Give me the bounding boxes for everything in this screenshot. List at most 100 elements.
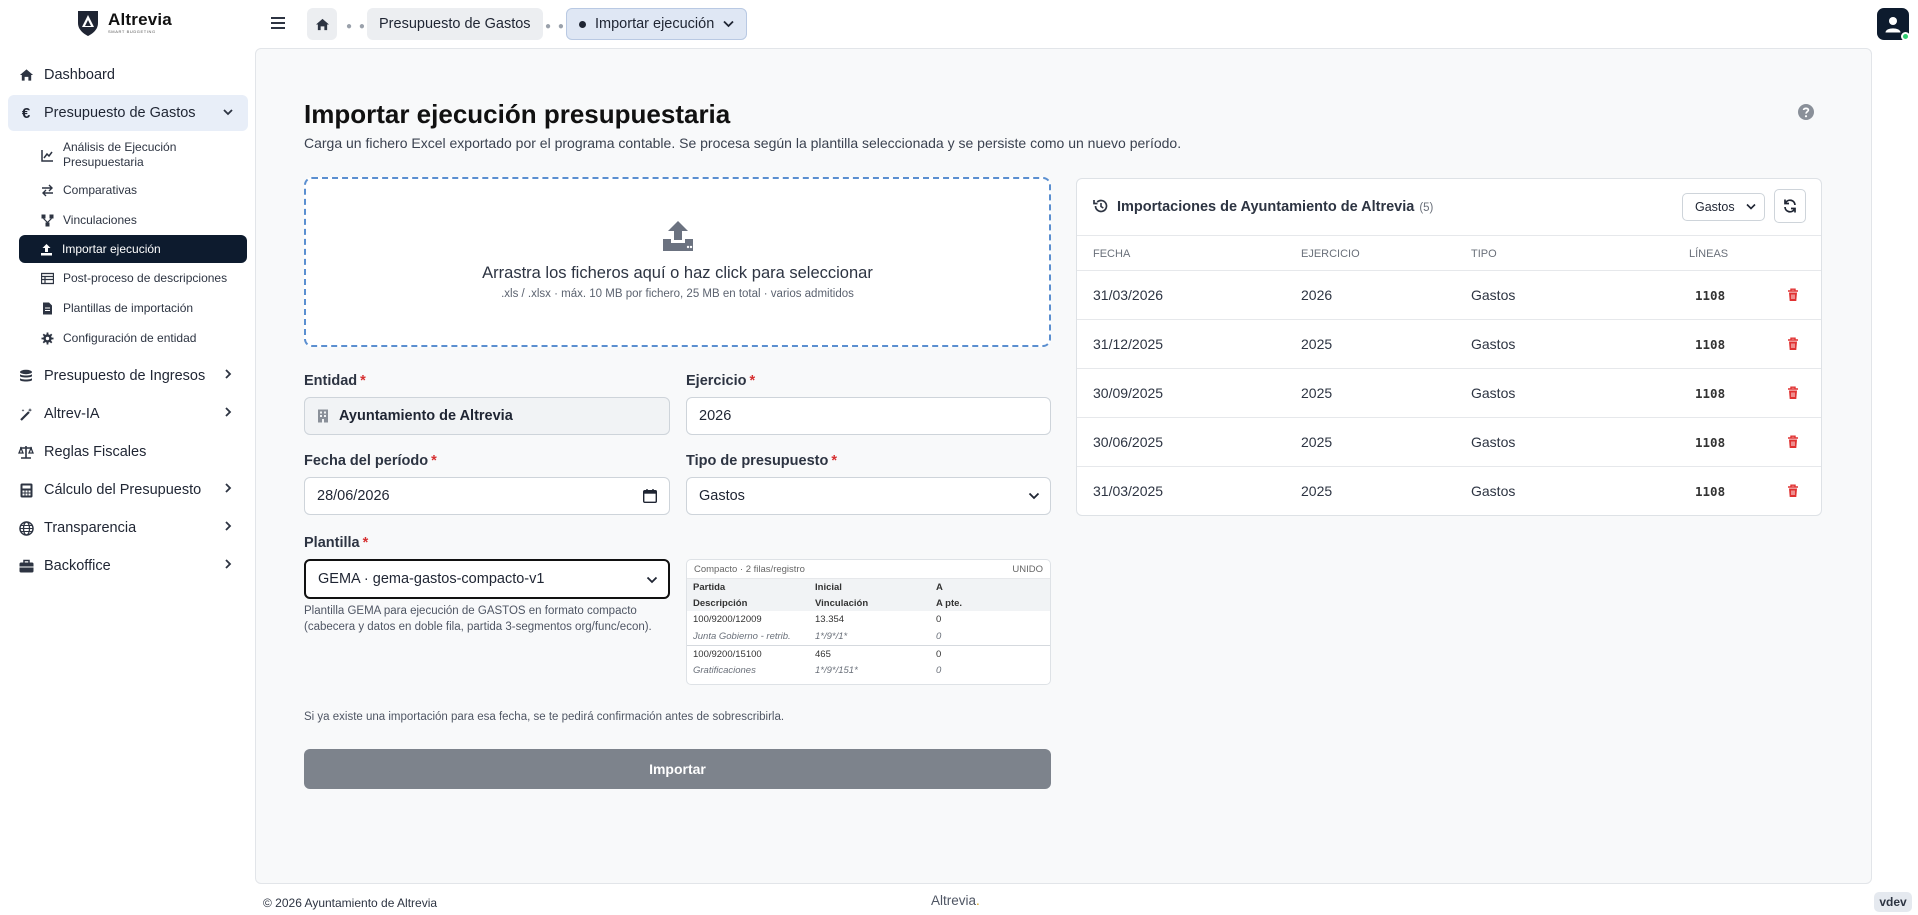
plantilla-label: Plantilla *: [304, 535, 369, 551]
sidebar-item-post-proceso[interactable]: Post-proceso de descripciones: [19, 263, 247, 293]
preview-header: Compacto · 2 filas/registro UNIDO: [687, 560, 1050, 579]
entidad-field: Ayuntamiento de Altrevia: [304, 397, 670, 435]
page-title: Importar ejecución presupuestaria: [304, 99, 731, 129]
sidebar-item-label: Cálculo del Presupuesto: [44, 482, 202, 498]
filter-value: Gastos: [1695, 200, 1735, 214]
entidad-value: Ayuntamiento de Altrevia: [339, 408, 513, 424]
preview-row: 100/9200/12009 13.354 0: [693, 614, 942, 625]
euro-icon: €: [21, 104, 31, 122]
arrows-exchange-icon: [41, 184, 54, 197]
breadcrumb-separator: ● ●: [545, 21, 566, 32]
sidebar-item-presupuesto-gastos[interactable]: € Presupuesto de Gastos: [8, 95, 248, 131]
brand-logo[interactable]: Altrevia SMART BUDGETING: [76, 9, 172, 37]
refresh-icon: [1784, 199, 1796, 213]
ejercicio-input[interactable]: 2026: [686, 397, 1051, 435]
topbar: ● ● Presupuesto de Gastos ● ● Importar e…: [256, 6, 1918, 42]
user-icon: [1885, 16, 1901, 32]
plantilla-value: GEMA · gema-gastos-compacto-v1: [318, 571, 545, 587]
tipo-select[interactable]: Gastos: [686, 477, 1051, 515]
sidebar-item-altrev-ia[interactable]: Altrev-IA: [8, 395, 248, 433]
sidebar-item-dashboard[interactable]: Dashboard: [8, 58, 248, 92]
shield-logo-icon: [78, 11, 98, 36]
chevron-right-icon: [225, 521, 232, 531]
plantilla-help: Plantilla GEMA para ejecución de GASTOS …: [304, 605, 652, 633]
gear-icon: [41, 332, 54, 345]
sidebar-item-analisis-ejecucion[interactable]: Análisis de Ejecución Presupuestaria: [19, 135, 247, 175]
fecha-date-input[interactable]: 28/06/2026: [304, 477, 670, 515]
help-icon[interactable]: [1797, 103, 1815, 121]
chart-line-icon: [41, 149, 54, 162]
chevron-down-icon: [723, 20, 734, 28]
globe-icon: [18, 520, 34, 536]
column-header: FECHA: [1093, 248, 1131, 260]
sidebar-item-vinculaciones[interactable]: Vinculaciones: [19, 205, 247, 235]
trash-icon[interactable]: [1787, 288, 1799, 302]
dropzone-title: Arrastra los ficheros aquí o haz click p…: [482, 264, 873, 282]
chevron-right-icon: [225, 483, 232, 493]
sidebar-item-presupuesto-ingresos[interactable]: Presupuesto de Ingresos: [8, 357, 248, 395]
footer-copyright: © 2026 Ayuntamiento de Altrevia: [263, 896, 438, 910]
footer-brand: Altrevia.: [931, 893, 980, 908]
dropzone-hint: .xls / .xlsx · máx. 10 MB por fichero, 2…: [501, 288, 854, 300]
brand-name: Altrevia: [108, 10, 172, 29]
sidebar-item-transparencia[interactable]: Transparencia: [8, 509, 248, 547]
user-avatar[interactable]: [1877, 8, 1910, 41]
preview-badge: UNIDO: [1012, 564, 1043, 575]
breadcrumb-label: Importar ejecución: [595, 16, 715, 32]
submenu-presupuesto-gastos: Análisis de Ejecución Presupuestaria Com…: [8, 135, 248, 353]
fecha-value: 28/06/2026: [317, 488, 390, 504]
sidebar-item-label: Análisis de Ejecución Presupuestaria: [63, 140, 177, 169]
home-icon: [18, 67, 34, 83]
sidebar-item-reglas-fiscales[interactable]: Reglas Fiscales: [8, 433, 248, 471]
file-dropzone[interactable]: Arrastra los ficheros aquí o haz click p…: [304, 177, 1051, 347]
imports-title: Importaciones de Ayuntamiento de Altrevi…: [1117, 199, 1434, 215]
sidebar-item-importar-ejecucion[interactable]: Importar ejecución: [19, 235, 247, 263]
sidebar-item-label: Importar ejecución: [62, 242, 161, 256]
chevron-down-icon: [646, 576, 658, 584]
trash-icon[interactable]: [1787, 435, 1799, 449]
sidebar-item-label: Backoffice: [44, 558, 111, 574]
chevron-right-icon: [225, 407, 232, 417]
home-icon: [315, 18, 329, 30]
import-button[interactable]: Importar: [304, 749, 1051, 789]
calculator-icon: [18, 482, 34, 498]
preview-row: 100/9200/15100 465 0: [687, 645, 1050, 662]
preview-caption: Compacto · 2 filas/registro: [694, 564, 805, 575]
hamburger-menu-icon[interactable]: [270, 16, 286, 30]
breadcrumb-home[interactable]: [307, 8, 337, 40]
current-dot: [579, 20, 586, 28]
breadcrumb-current[interactable]: Importar ejecución: [566, 8, 748, 40]
imports-count: (5): [1419, 202, 1434, 214]
page-subtitle: Carga un fichero Excel exportado por el …: [304, 135, 1182, 151]
table-row: 30/06/2025 2025 Gastos 1108: [1077, 418, 1821, 467]
plantilla-select[interactable]: GEMA · gema-gastos-compacto-v1: [304, 559, 670, 599]
trash-icon[interactable]: [1787, 386, 1799, 400]
sidebar-item-calculo-presupuesto[interactable]: Cálculo del Presupuesto: [8, 471, 248, 509]
scale-icon: [18, 444, 34, 460]
column-header: EJERCICIO: [1301, 248, 1360, 260]
calendar-icon[interactable]: [643, 489, 657, 503]
imports-filter-select[interactable]: Gastos: [1682, 193, 1765, 221]
sidebar-item-label: Vinculaciones: [63, 213, 137, 227]
trash-icon[interactable]: [1787, 484, 1799, 498]
sidebar-item-label: Post-proceso de descripciones: [63, 271, 228, 285]
sidebar: Altrevia SMART BUDGETING Dashboard € Pre…: [0, 0, 256, 915]
sidebar-item-backoffice[interactable]: Backoffice: [8, 547, 248, 585]
table-row: 31/03/2026 2026 Gastos 1108: [1077, 271, 1821, 320]
refresh-button[interactable]: [1774, 189, 1806, 223]
upload-tray-icon: [662, 221, 693, 251]
preview-header-row: Partida Inicial A: [687, 579, 1050, 595]
sidebar-item-plantillas-importacion[interactable]: Plantillas de importación: [19, 293, 247, 323]
preview-row: Junta Gobierno - retrib. 1*/9*/1* 0: [693, 631, 942, 642]
table-row: 31/12/2025 2025 Gastos 1108: [1077, 320, 1821, 369]
trash-icon[interactable]: [1787, 337, 1799, 351]
sidebar-item-configuracion-entidad[interactable]: Configuración de entidad: [19, 323, 247, 353]
preview-header-row: Descripción Vinculación A pte.: [687, 595, 1050, 611]
chevron-right-icon: [225, 559, 232, 569]
sidebar-item-comparativas[interactable]: Comparativas: [19, 175, 247, 205]
breadcrumb-presupuesto-gastos[interactable]: Presupuesto de Gastos: [367, 8, 543, 40]
ejercicio-value: 2026: [699, 408, 732, 424]
column-header: LÍNEAS: [1689, 248, 1729, 260]
chevron-down-icon: [223, 109, 233, 116]
sidebar-item-label: Transparencia: [44, 520, 137, 536]
